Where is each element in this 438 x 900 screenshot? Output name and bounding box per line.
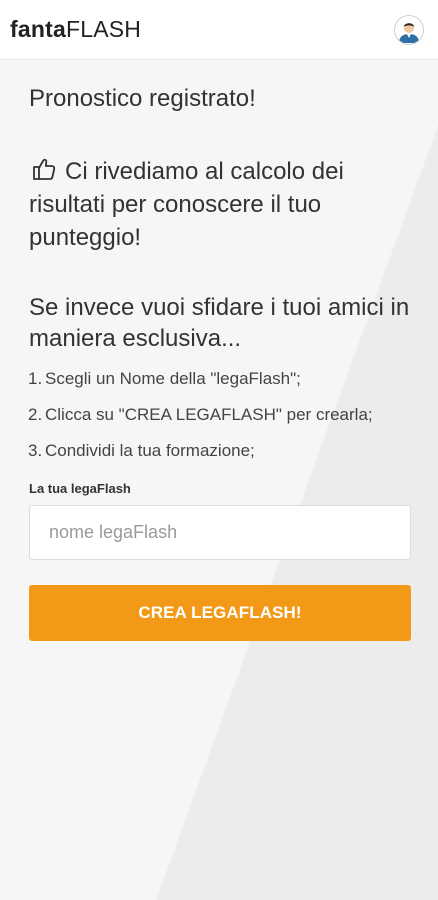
logo-light-text: FLASH [65,16,142,42]
step-text: Clicca su "CREA LEGAFLASH" per crearla; [45,405,373,424]
app-header: fantaFLASH [0,0,438,60]
step-number: 3. [28,441,43,460]
step-item: 1. Scegli un Nome della "legaFlash"; [28,368,411,390]
create-legaflash-button[interactable]: CREA LEGAFLASH! [29,585,411,641]
main-content: Pronostico registrato! Ci rivediamo al c… [28,78,411,641]
challenge-heading: Se invece vuoi sfidare i tuoi amici in m… [29,294,410,352]
step-item: 2. Clicca su "CREA LEGAFLASH" per crearl… [28,404,411,426]
user-avatar-icon[interactable] [394,14,424,45]
logo-bold-text: fanta [10,16,66,42]
steps-list: 1. Scegli un Nome della "legaFlash"; 2. … [28,368,411,462]
step-number: 2. [28,405,43,424]
results-message-text: Ci rivediamo al calcolo dei risultati pe… [29,158,344,251]
legaflash-name-input[interactable] [29,505,411,560]
thumbs-up-icon [31,156,57,182]
step-text: Scegli un Nome della "legaFlash"; [45,369,301,388]
step-number: 1. [28,369,43,388]
step-item: 3. Condividi la tua formazione; [28,440,411,462]
results-message: Ci rivediamo al calcolo dei risultati pe… [29,155,411,254]
app-logo[interactable]: fantaFLASH [10,16,141,43]
legaflash-field-label: La tua legaFlash [29,481,131,496]
step-text: Condividi la tua formazione; [45,441,255,460]
registration-confirmation: Pronostico registrato! [29,85,256,112]
